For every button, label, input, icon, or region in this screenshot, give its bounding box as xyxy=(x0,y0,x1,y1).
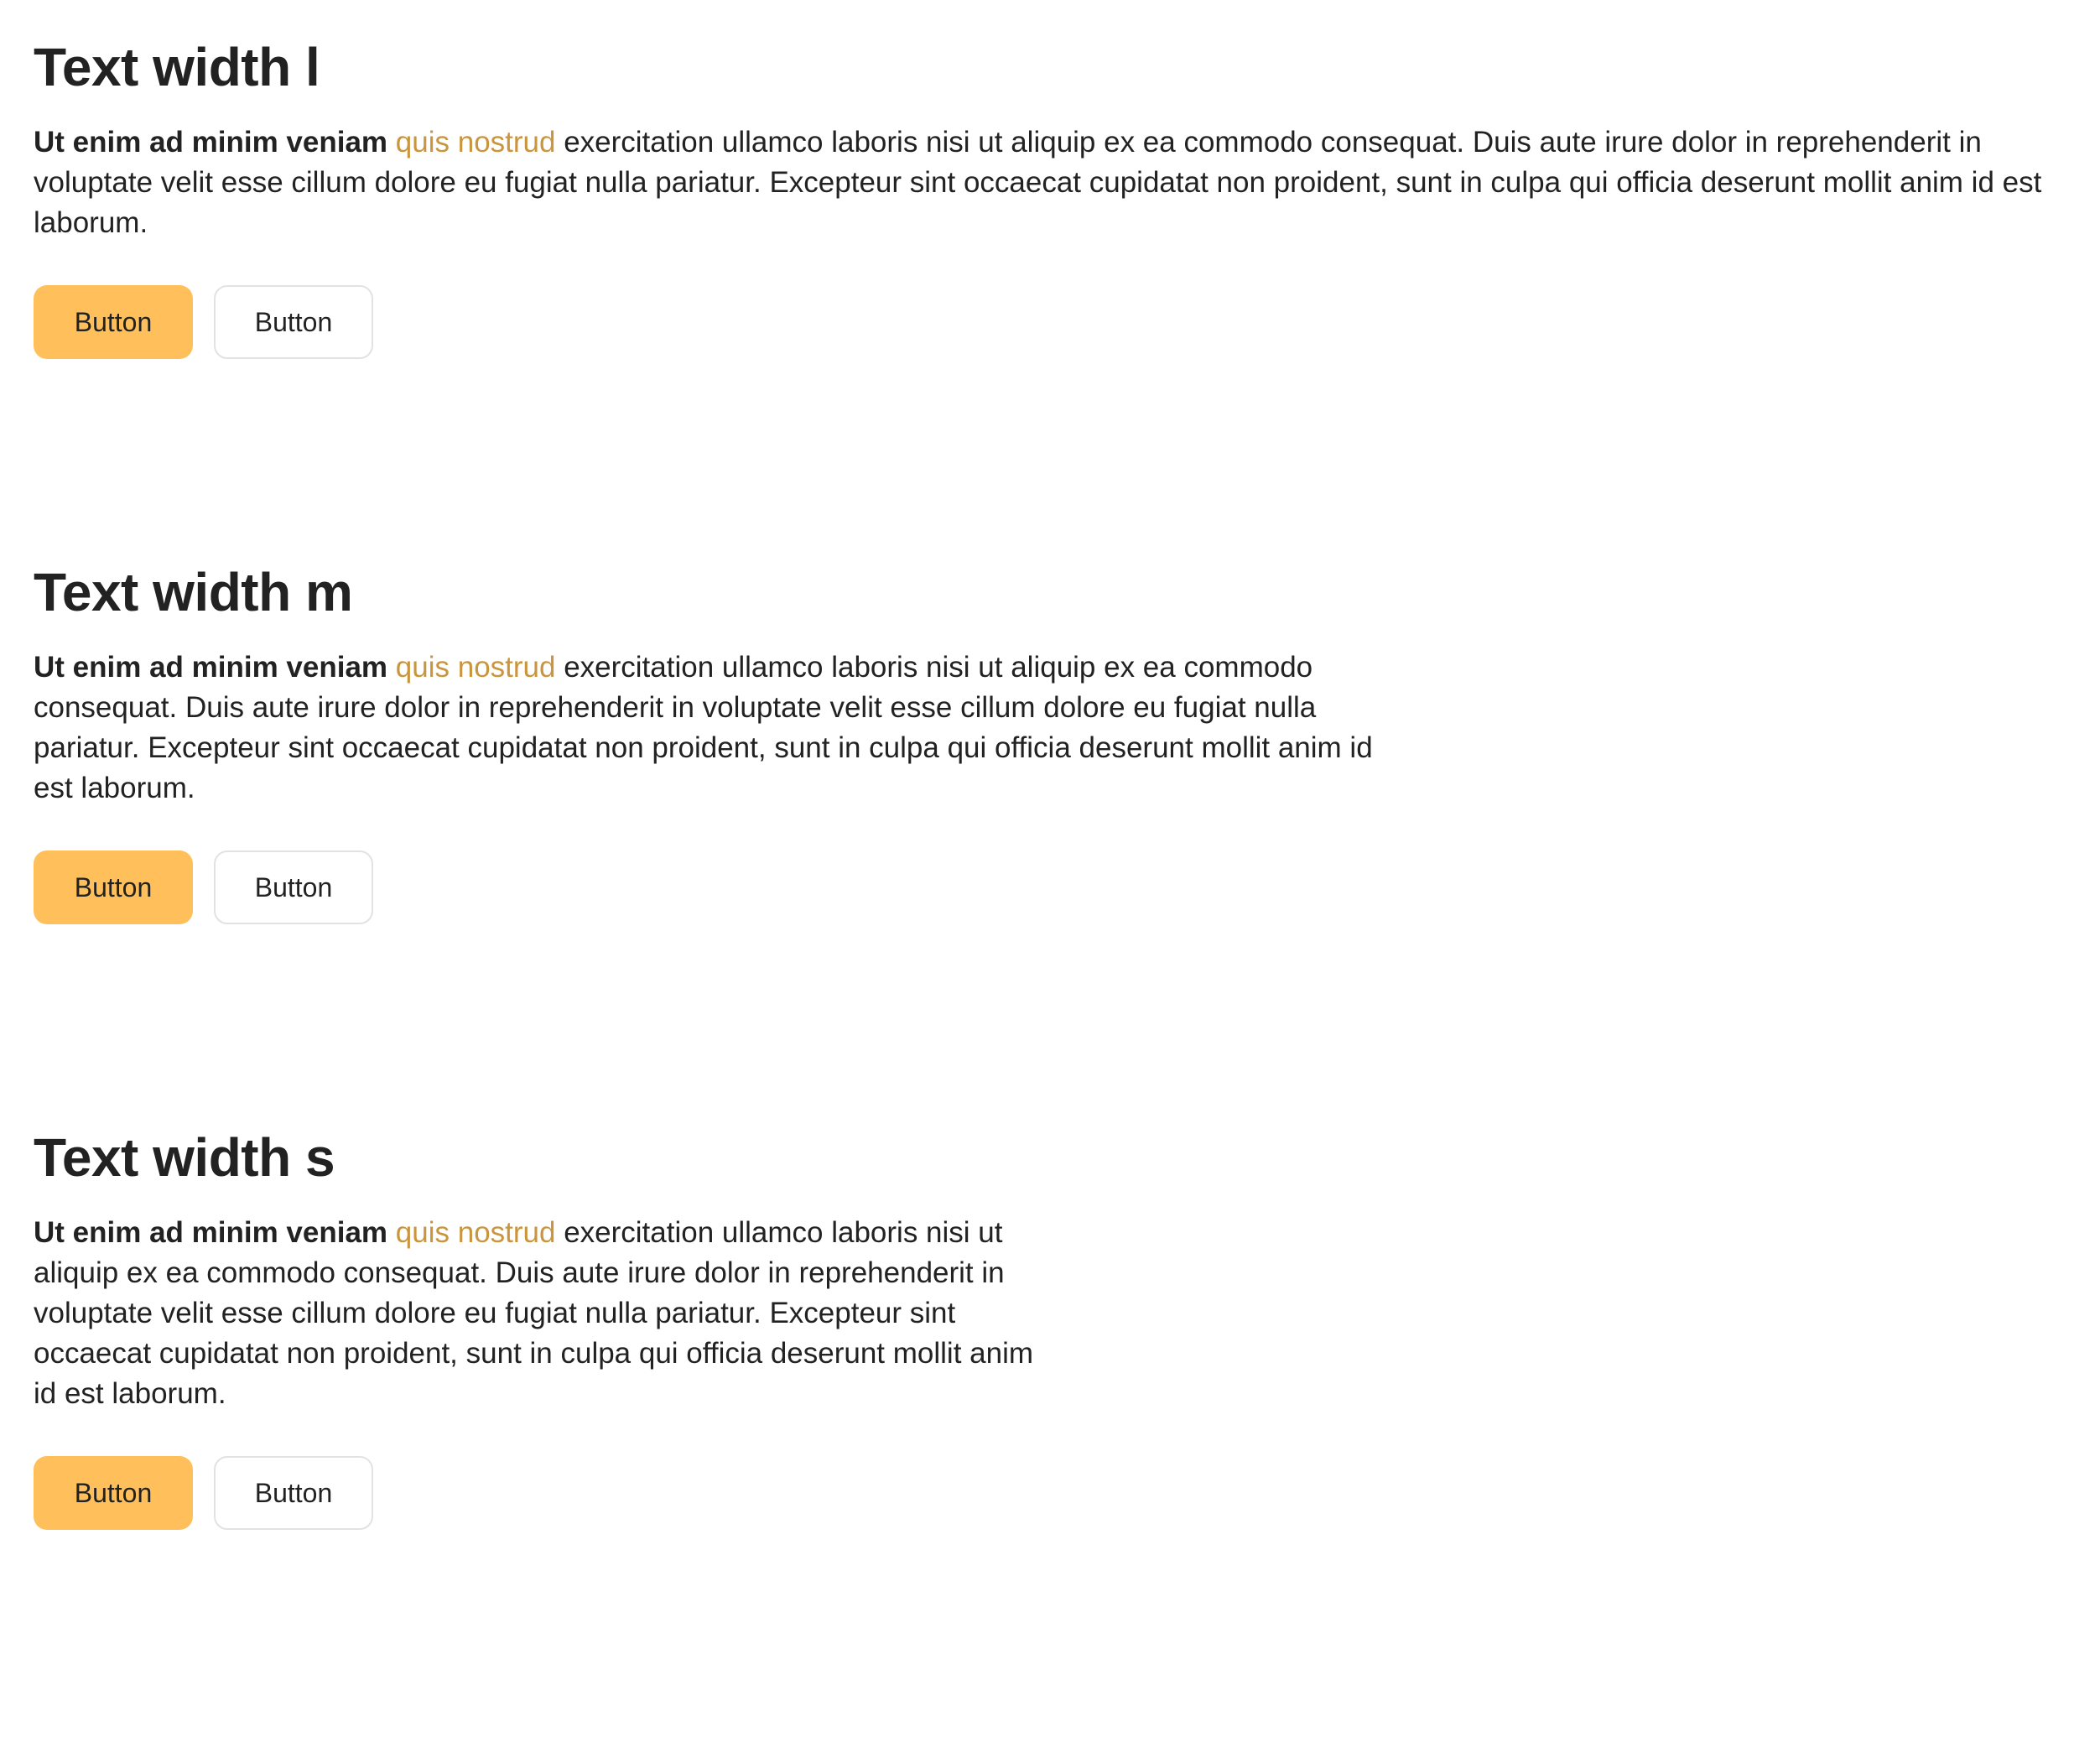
paragraph-lead: Ut enim ad minim veniam xyxy=(34,126,388,159)
section-heading: Text width s xyxy=(34,1127,335,1188)
section-paragraph: Ut enim ad minim veniam quis nostrud exe… xyxy=(34,122,2055,243)
quis-nostrud-link[interactable]: quis nostrud xyxy=(396,126,556,159)
text-width-l-section: Text width l Ut enim ad minim veniam qui… xyxy=(34,34,2055,359)
secondary-button[interactable]: Button xyxy=(214,285,373,359)
section-heading: Text width m xyxy=(34,562,353,622)
section-heading: Text width l xyxy=(34,37,320,97)
secondary-button[interactable]: Button xyxy=(214,850,373,924)
paragraph-lead: Ut enim ad minim veniam xyxy=(34,1216,388,1249)
section-paragraph: Ut enim ad minim veniam quis nostrud exe… xyxy=(34,1213,1053,1414)
button-row: Button Button xyxy=(34,285,2055,359)
quis-nostrud-link[interactable]: quis nostrud xyxy=(396,651,556,684)
quis-nostrud-link[interactable]: quis nostrud xyxy=(396,1216,556,1249)
paragraph-lead: Ut enim ad minim veniam xyxy=(34,651,388,684)
secondary-button[interactable]: Button xyxy=(214,1456,373,1530)
text-width-m-section: Text width m Ut enim ad minim veniam qui… xyxy=(34,559,1380,924)
button-row: Button Button xyxy=(34,1456,1053,1530)
text-width-s-section: Text width s Ut enim ad minim veniam qui… xyxy=(34,1124,1053,1530)
button-row: Button Button xyxy=(34,850,1380,924)
primary-button[interactable]: Button xyxy=(34,1456,193,1530)
primary-button[interactable]: Button xyxy=(34,285,193,359)
section-paragraph: Ut enim ad minim veniam quis nostrud exe… xyxy=(34,648,1380,809)
primary-button[interactable]: Button xyxy=(34,850,193,924)
